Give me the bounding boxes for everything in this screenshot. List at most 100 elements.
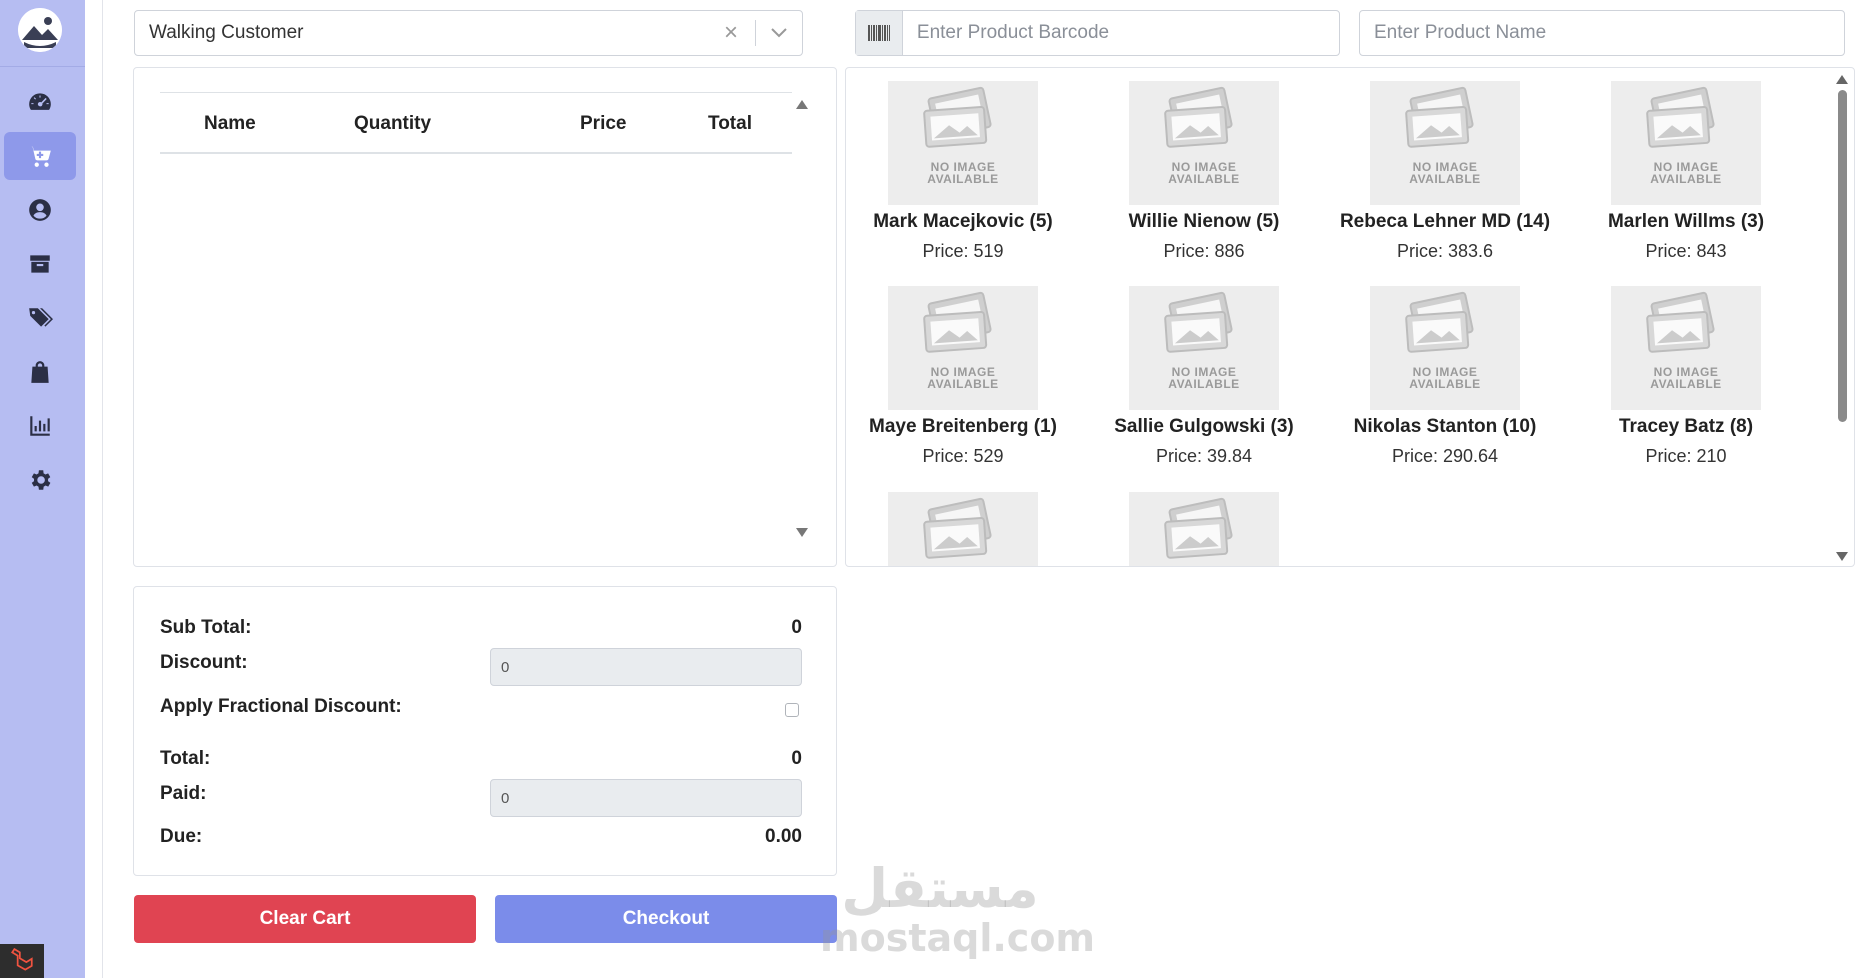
fractional-discount-checkbox[interactable] xyxy=(785,703,799,717)
sidebar xyxy=(0,0,85,978)
products-scroll-up-arrow[interactable] xyxy=(1836,75,1848,84)
no-image-text: NO IMAGE AVAILABLE xyxy=(927,160,999,186)
product-card[interactable]: NO IMAGE AVAILABLE Nikolas Stanton (10) P… xyxy=(1335,286,1555,467)
sidebar-item-settings[interactable] xyxy=(4,456,76,504)
sidebar-item-pos-cart[interactable] xyxy=(4,132,76,180)
framework-badge xyxy=(0,944,44,978)
product-card-partial[interactable] xyxy=(853,492,1073,566)
products-scrollbar-thumb[interactable] xyxy=(1838,90,1847,422)
paid-input[interactable] xyxy=(490,779,802,817)
barcode-search xyxy=(855,10,1340,56)
bar-chart-icon xyxy=(30,416,50,436)
total-value: 0 xyxy=(791,748,802,769)
clear-cart-button[interactable]: Clear Cart xyxy=(134,895,476,943)
sidebar-item-products[interactable] xyxy=(4,240,76,288)
watermark: مستقل mostaql.com xyxy=(820,857,1095,959)
sidebar-item-orders[interactable] xyxy=(4,348,76,396)
logo-image-icon xyxy=(18,8,62,52)
product-price: Price: 519 xyxy=(922,241,1004,261)
products-scroll-down-arrow[interactable] xyxy=(1836,552,1848,561)
no-image-picture-icon xyxy=(1405,291,1474,353)
no-image-text: NO IMAGE AVAILABLE xyxy=(927,365,999,391)
product-image-placeholder: NO IMAGE AVAILABLE xyxy=(1611,286,1761,410)
fractional-discount-label: Apply Fractional Discount: xyxy=(160,696,402,717)
product-name-search xyxy=(1359,10,1845,56)
sidebar-item-reports[interactable] xyxy=(4,402,76,450)
column-header-quantity: Quantity xyxy=(354,113,432,134)
total-label: Total: xyxy=(160,748,211,769)
product-price: Price: 290.64 xyxy=(1391,446,1499,466)
product-image-placeholder: NO IMAGE AVAILABLE xyxy=(1611,81,1761,205)
customer-select[interactable]: Walking Customer × xyxy=(134,10,803,56)
clear-selection-icon[interactable]: × xyxy=(707,19,755,47)
product-image-placeholder: NO IMAGE AVAILABLE xyxy=(888,81,1038,205)
no-image-text: NO IMAGE AVAILABLE xyxy=(1650,160,1722,186)
column-header-price: Price xyxy=(580,113,627,134)
watermark-arabic: مستقل xyxy=(841,857,1039,920)
product-image-placeholder: NO IMAGE AVAILABLE xyxy=(1129,81,1279,205)
products-panel: NO IMAGE AVAILABLE Mark Macejkovic (5) Pr… xyxy=(845,67,1855,567)
box-icon xyxy=(30,255,50,273)
due-value: 0.00 xyxy=(765,826,802,847)
paid-label: Paid: xyxy=(160,783,207,804)
product-card[interactable]: NO IMAGE AVAILABLE Marlen Willms (3) Pric… xyxy=(1576,81,1796,262)
cart-scroll-up-arrow[interactable] xyxy=(796,100,808,109)
subtotal-label: Sub Total: xyxy=(160,617,252,638)
sidebar-item-dashboard[interactable] xyxy=(4,78,76,126)
shopping-bag-icon xyxy=(31,361,49,383)
product-name: Tracey Batz (8) xyxy=(1618,416,1754,437)
product-name: Mark Macejkovic (5) xyxy=(873,211,1053,232)
column-header-name: Name xyxy=(204,113,256,134)
no-image-picture-icon xyxy=(1405,86,1474,148)
no-image-picture-icon xyxy=(1164,497,1233,559)
user-circle-icon xyxy=(29,199,51,221)
product-price: Price: 529 xyxy=(922,446,1004,466)
sidebar-item-categories[interactable] xyxy=(4,294,76,342)
cart-plus-icon xyxy=(29,146,51,167)
product-image-placeholder xyxy=(888,492,1038,566)
product-name-input[interactable] xyxy=(1360,22,1844,44)
product-image-placeholder xyxy=(1129,492,1279,566)
product-price: Price: 886 xyxy=(1163,241,1245,261)
product-name: Willie Nienow (5) xyxy=(1128,211,1280,232)
subtotal-value: 0 xyxy=(791,617,802,638)
no-image-picture-icon xyxy=(1164,86,1233,148)
product-card[interactable]: NO IMAGE AVAILABLE Tracey Batz (8) Price:… xyxy=(1576,286,1796,467)
discount-input[interactable] xyxy=(490,648,802,686)
no-image-picture-icon xyxy=(1646,86,1715,148)
no-image-text: NO IMAGE AVAILABLE xyxy=(1650,365,1722,391)
product-name: Marlen Willms (3) xyxy=(1607,211,1765,232)
app-logo[interactable] xyxy=(18,8,62,52)
dashboard-gauge-icon xyxy=(29,93,51,110)
barcode-input[interactable] xyxy=(902,11,1339,55)
product-image-placeholder: NO IMAGE AVAILABLE xyxy=(1129,286,1279,410)
product-card[interactable]: NO IMAGE AVAILABLE Rebeca Lehner MD (14) … xyxy=(1335,81,1555,262)
discount-label: Discount: xyxy=(160,652,248,673)
column-header-total: Total xyxy=(708,113,752,134)
content-divider xyxy=(102,0,103,978)
product-price: Price: 210 xyxy=(1645,446,1727,466)
product-card[interactable]: NO IMAGE AVAILABLE Maye Breitenberg (1) P… xyxy=(853,286,1073,467)
product-card[interactable]: NO IMAGE AVAILABLE Sallie Gulgowski (3) P… xyxy=(1094,286,1314,467)
customer-select-value: Walking Customer xyxy=(149,22,304,43)
due-label: Due: xyxy=(160,826,203,847)
product-image-placeholder: NO IMAGE AVAILABLE xyxy=(888,286,1038,410)
product-card-partial[interactable] xyxy=(1094,492,1314,566)
no-image-text: NO IMAGE AVAILABLE xyxy=(1168,365,1240,391)
no-image-picture-icon xyxy=(923,86,992,148)
product-card[interactable]: NO IMAGE AVAILABLE Mark Macejkovic (5) Pr… xyxy=(853,81,1073,262)
no-image-picture-icon xyxy=(1164,291,1233,353)
sidebar-item-customers[interactable] xyxy=(4,186,76,234)
cart-scroll-down-arrow[interactable] xyxy=(796,528,808,537)
product-price: Price: 383.6 xyxy=(1396,241,1494,261)
no-image-picture-icon xyxy=(1646,291,1715,353)
no-image-text: NO IMAGE AVAILABLE xyxy=(1409,365,1481,391)
chevron-down-icon[interactable] xyxy=(756,28,802,38)
no-image-picture-icon xyxy=(923,497,992,559)
gear-icon xyxy=(31,470,51,490)
no-image-picture-icon xyxy=(923,291,992,353)
product-card[interactable]: NO IMAGE AVAILABLE Willie Nienow (5) Pric… xyxy=(1094,81,1314,262)
barcode-icon xyxy=(856,11,903,55)
checkout-button[interactable]: Checkout xyxy=(495,895,837,943)
product-name: Rebeca Lehner MD (14) xyxy=(1339,211,1551,232)
